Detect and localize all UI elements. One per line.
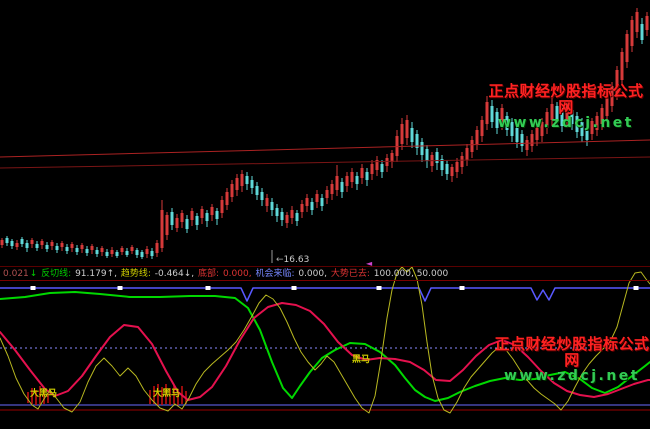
indicator-value: 反切线: (41, 269, 74, 279)
candlestick-series (1, 8, 649, 259)
indicator-value: 0.000, (298, 269, 330, 279)
indicator-value: ↓ (30, 269, 40, 279)
trading-app-window: 正点财经炒股指标公式网 www.zdcj.net 正点财经炒股指标公式网 www… (0, 0, 650, 429)
indicator-value: 0.000, (223, 269, 255, 279)
indicator-value: -0.464↓, (155, 269, 197, 279)
left-scroll-arrow-icon[interactable]: ◄ (366, 259, 372, 268)
indicator-parameter-row[interactable]: 0.021↓ 反切线: 91.179↑, 趋势线: -0.464↓, 底部: 0… (0, 266, 650, 281)
indicator-value: 底部: (198, 269, 222, 279)
chart-canvas (0, 0, 650, 429)
indicator-value: 0.021 (3, 269, 29, 279)
series-底部-line (0, 303, 650, 400)
big-dark-horse-label-2: 大黑马 (153, 389, 180, 399)
price-value: 16.63 (284, 255, 310, 265)
indicator-value: 100.000, 50.000 (374, 269, 448, 279)
indicator-value: 大势已去: (331, 269, 373, 279)
indicator-value: 91.179↑, (75, 269, 120, 279)
price-pointer-arrow-icon: ← (276, 255, 284, 265)
dark-horse-label: 黑马 (352, 355, 370, 365)
trend-lines (0, 140, 650, 263)
big-dark-horse-label-1: 大黑马 (30, 389, 57, 399)
last-price-label: ←16.63 (276, 255, 309, 265)
indicator-value: 趋势线: (121, 269, 154, 279)
series-反切线 (0, 292, 650, 401)
series-趋势线 (0, 267, 650, 413)
indicator-value: 机会来临: (255, 269, 297, 279)
